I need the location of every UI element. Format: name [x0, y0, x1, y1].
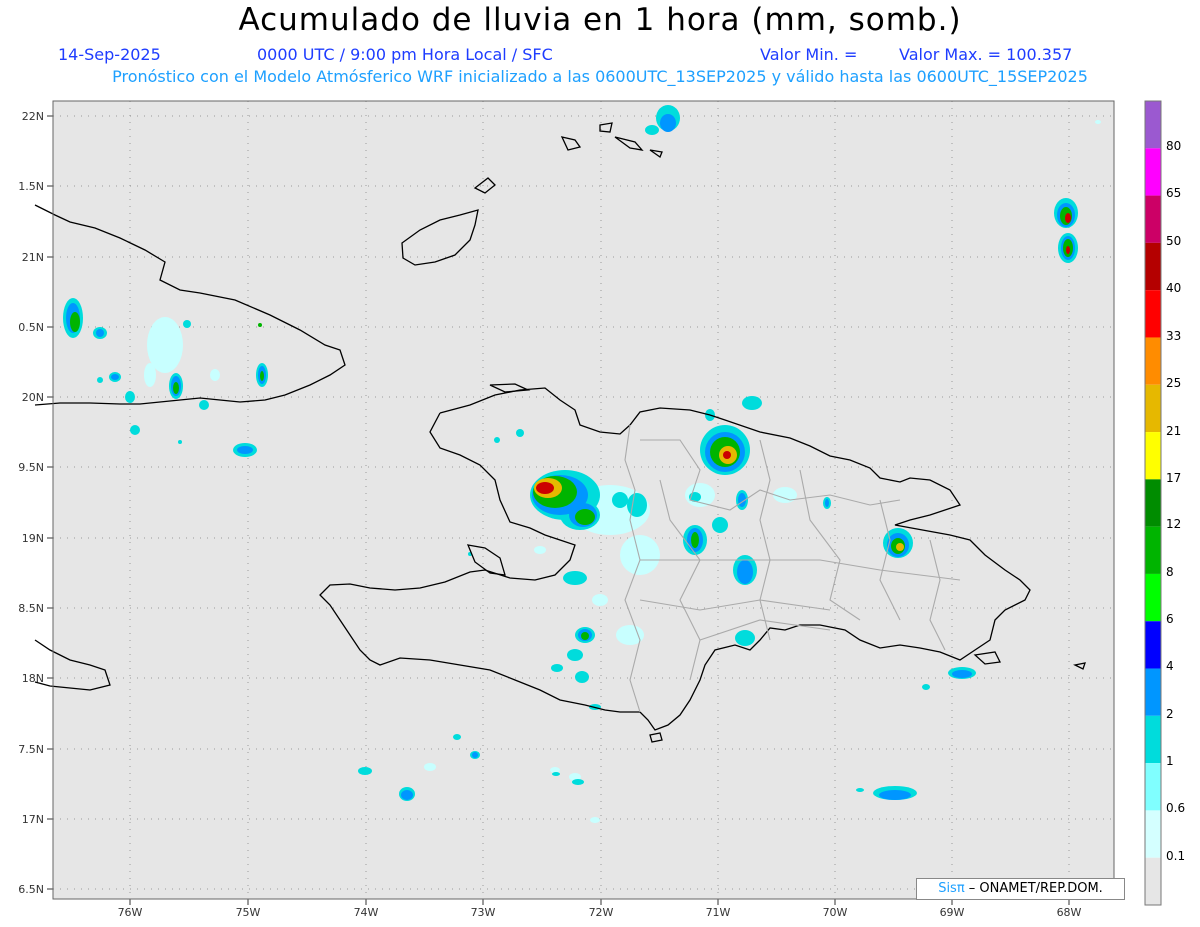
colorbar-swatch: [1145, 526, 1161, 574]
colorbar-swatch: [1145, 101, 1161, 149]
lat-label: 20N: [22, 391, 44, 404]
credit-box: Sisπ – ONAMET/REP.DOM.: [916, 878, 1125, 900]
lon-label: 73W: [471, 906, 496, 919]
lat-ticks: [47, 115, 53, 890]
colorbar-label: 0.1: [1166, 849, 1185, 863]
colorbar-swatch: [1145, 668, 1161, 716]
lat-label: 1.5N: [18, 180, 44, 193]
colorbar-label: 12: [1166, 517, 1181, 531]
lat-label: 17N: [22, 813, 44, 826]
latitude-labels: 22N 1.5N 21N 0.5N 20N 9.5N 19N 8.5N 18N …: [18, 110, 44, 896]
colorbar-label: 80: [1166, 139, 1181, 153]
lat-label: 8.5N: [18, 602, 44, 615]
lat-label: 9.5N: [18, 461, 44, 474]
colorbar-label: 25: [1166, 376, 1181, 390]
credit-text: – ONAMET/REP.DOM.: [964, 881, 1103, 896]
lon-label: 69W: [940, 906, 965, 919]
colorbar-swatch: [1145, 384, 1161, 433]
colorbar-swatch: [1145, 290, 1161, 338]
rainfall-map: 22N 1.5N 21N 0.5N 20N 9.5N 19N 8.5N 18N …: [18, 100, 1185, 919]
lon-label: 70W: [823, 906, 848, 919]
colorbar-swatch: [1145, 242, 1161, 291]
colorbar-swatch: [1145, 337, 1161, 385]
lat-label: 18N: [22, 672, 44, 685]
lon-label: 71W: [706, 906, 731, 919]
longitude-labels: 76W 75W 74W 73W 72W 71W 70W 69W 68W: [118, 906, 1082, 919]
colorbar-swatch: [1145, 715, 1161, 764]
colorbar-label: 0.6: [1166, 801, 1185, 815]
colorbar-swatch: [1145, 573, 1161, 622]
colorbar-label: 21: [1166, 424, 1181, 438]
lat-label: 19N: [22, 532, 44, 545]
lat-label: 21N: [22, 251, 44, 264]
lon-label: 75W: [236, 906, 261, 919]
colorbar-swatch: [1145, 763, 1161, 811]
lon-label: 76W: [118, 906, 143, 919]
lat-label: 6.5N: [18, 883, 44, 896]
colorbar-label: 17: [1166, 471, 1181, 485]
colorbar-label: 8: [1166, 565, 1174, 579]
lon-label: 72W: [589, 906, 614, 919]
colorbar-swatch: [1145, 621, 1161, 669]
colorbar-swatch: [1145, 479, 1161, 527]
lat-label: 7.5N: [18, 743, 44, 756]
colorbar-label: 6: [1166, 612, 1174, 626]
credit-brand: Sisπ: [938, 881, 965, 896]
colorbar-swatch: [1145, 432, 1161, 480]
colorbar-label: 65: [1166, 186, 1181, 200]
lat-label: 0.5N: [18, 321, 44, 334]
colorbar-label: 33: [1166, 329, 1181, 343]
colorbar-label: 1: [1166, 754, 1174, 768]
lat-label: 22N: [22, 110, 44, 123]
lon-label: 68W: [1057, 906, 1082, 919]
colorbar-label: 2: [1166, 707, 1174, 721]
colorbar: [1144, 100, 1162, 906]
colorbar-label: 4: [1166, 659, 1174, 673]
colorbar-swatch: [1145, 857, 1161, 905]
colorbar-swatch: [1145, 195, 1161, 243]
colorbar-label: 40: [1166, 281, 1181, 295]
colorbar-labels: 80 65 50 40 33 25 21 17 12 8 6 4 2 1 0.6…: [1166, 139, 1185, 863]
lon-label: 74W: [354, 906, 379, 919]
colorbar-swatch: [1145, 810, 1161, 858]
colorbar-swatch: [1145, 148, 1161, 196]
colorbar-label: 50: [1166, 234, 1181, 248]
